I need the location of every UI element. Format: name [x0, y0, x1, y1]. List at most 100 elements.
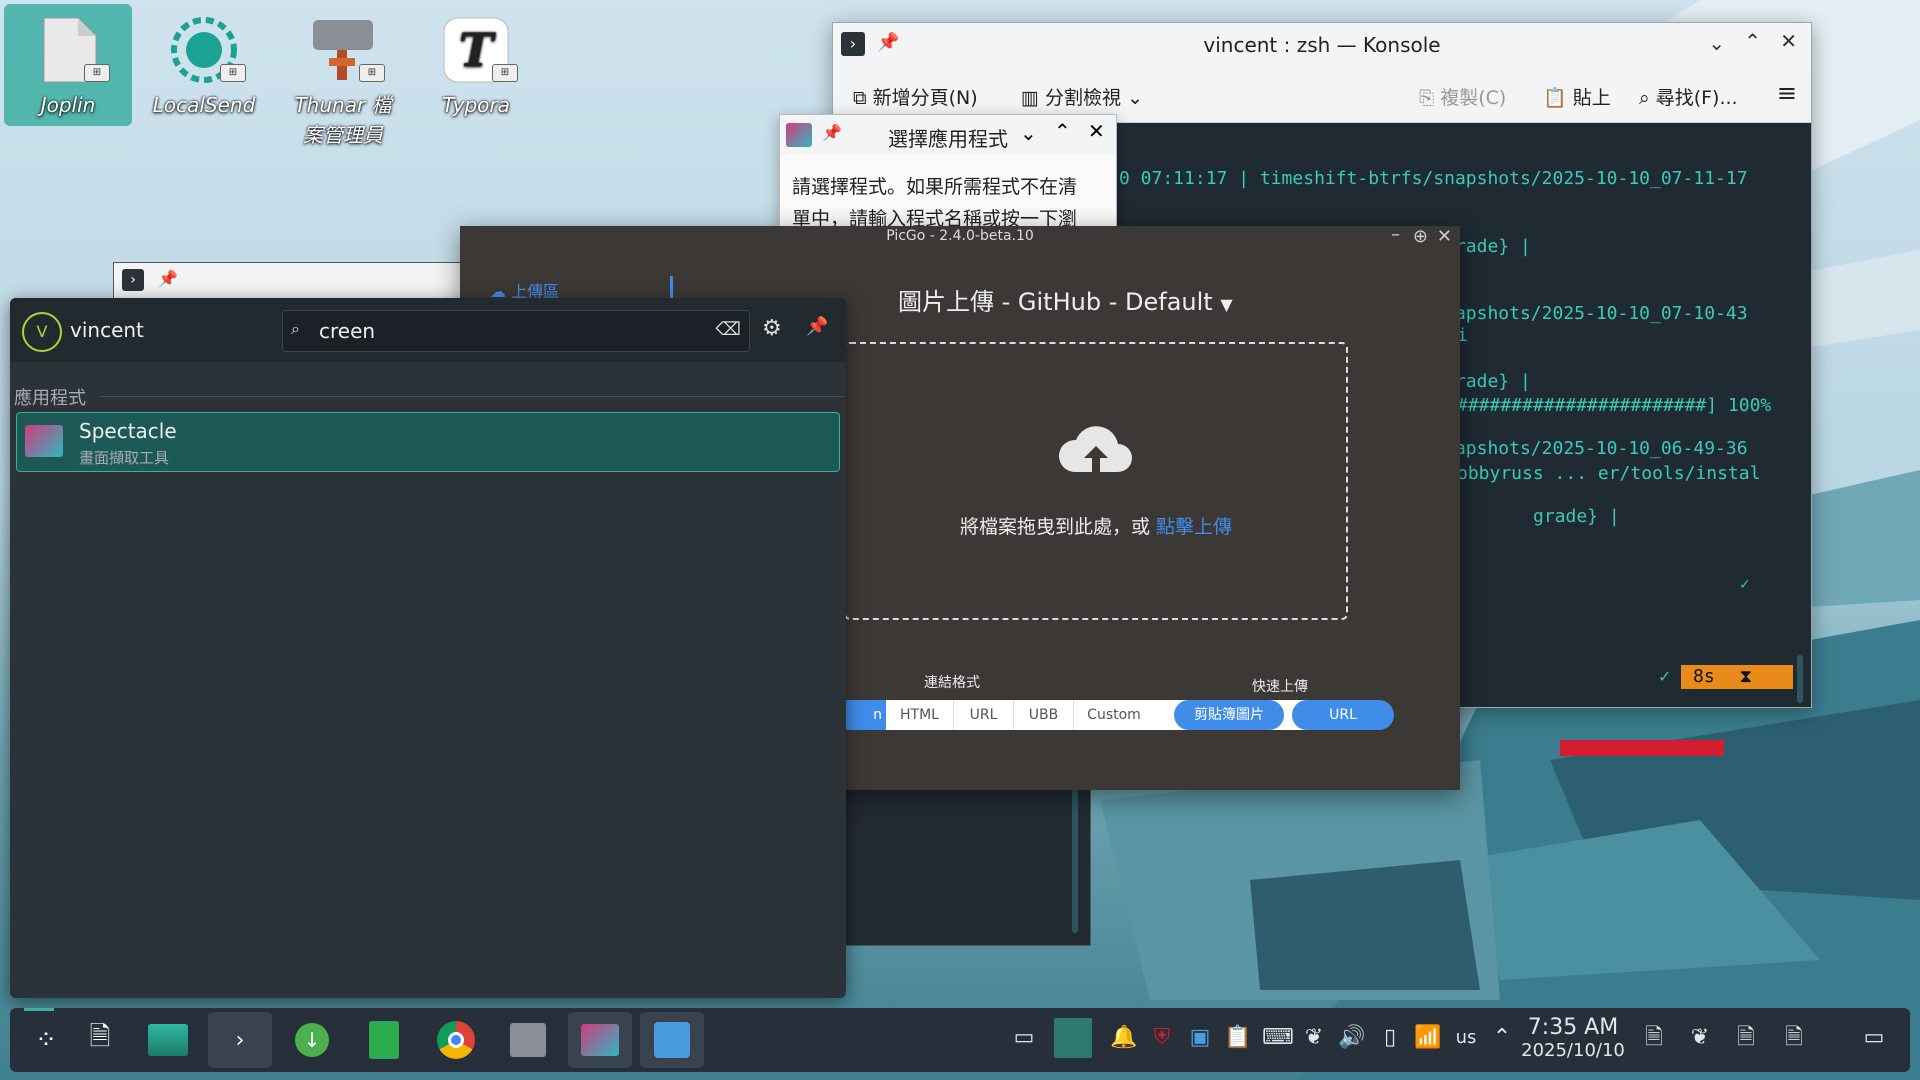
format-option-url[interactable]: URL	[954, 700, 1014, 730]
paste-button[interactable]: 📋 貼上	[1543, 83, 1611, 110]
chrome-icon	[437, 1021, 475, 1059]
keyboard-layout-indicator[interactable]: us	[1452, 1024, 1480, 1052]
taskbar-spectacle[interactable]	[568, 1012, 632, 1068]
taskbar-konsole[interactable]: ›	[208, 1012, 272, 1068]
new-tab-button[interactable]: ⧉ 新增分頁(N)	[853, 83, 978, 110]
active-indicator	[24, 1008, 54, 1011]
taskbar-file-manager[interactable]	[136, 1012, 200, 1068]
search-icon: ⌕	[291, 319, 300, 338]
pin-icon[interactable]: 📌	[822, 123, 842, 142]
storage-icon[interactable]: ▯	[1376, 1024, 1404, 1052]
peek-desktop-icon[interactable]: ▭	[1860, 1024, 1888, 1052]
hamburger-menu-icon[interactable]: ≡	[1777, 79, 1797, 107]
taskbar-thunar[interactable]	[496, 1012, 560, 1068]
minimize-button[interactable]: ⌄	[1708, 31, 1725, 55]
document-icon[interactable]: 🗎	[1732, 1024, 1760, 1052]
pin-window-button[interactable]: ⊕	[1413, 226, 1428, 247]
clipboard-icon[interactable]: 📋	[1224, 1024, 1252, 1052]
chevron-up-icon[interactable]: ⌃	[1488, 1024, 1516, 1052]
desktop-icon-typora[interactable]: T ⊞ Typora	[412, 4, 540, 120]
thunar-icon	[510, 1023, 546, 1057]
clock[interactable]: 7:35 AM 2025/10/10	[1518, 1016, 1628, 1062]
search-icon: ⌕	[1639, 87, 1650, 109]
cloud-upload-icon	[1058, 426, 1132, 472]
spectacle-icon	[25, 425, 63, 457]
taskbar-files[interactable]: 🗎	[68, 1012, 132, 1068]
spreadsheet-icon	[369, 1021, 399, 1059]
taskbar: ⁘ 🗎 › ↓ ▭ 🔔 ⛨ ▣ 📋 ⌨ ❦ 🔊 ▯ 📶 us ⌃ 7:35 AM…	[10, 1008, 1910, 1072]
file-icon: ⊞	[32, 14, 110, 86]
pin-icon[interactable]: 📌	[806, 316, 828, 337]
find-button[interactable]: ⌕ 尋找(F)...	[1639, 83, 1738, 110]
window-title: PicGo - 2.4.0-beta.10	[886, 228, 1034, 244]
search-field[interactable]: ⌕ creen ⌫	[282, 310, 750, 352]
taskbar-picgo[interactable]	[640, 1012, 704, 1068]
application-launcher: V vincent ⌕ creen ⌫ ⚙ 📌 應用程式 Spectacle 畫…	[10, 298, 846, 998]
scrollbar[interactable]	[1072, 783, 1078, 933]
volume-icon[interactable]: 🔊	[1338, 1024, 1366, 1052]
search-input[interactable]: creen	[319, 319, 375, 343]
maximize-button[interactable]: ⌃	[1054, 119, 1071, 143]
notifications-icon[interactable]: 🔔	[1110, 1024, 1138, 1052]
new-tab-icon: ⧉	[853, 87, 867, 109]
close-button[interactable]: ✕	[1437, 226, 1452, 247]
taskbar-spreadsheet[interactable]	[352, 1012, 416, 1068]
keyboard-icon[interactable]: ⌨	[1262, 1024, 1294, 1052]
drop-zone[interactable]: 將檔案拖曳到此處，或 點擊上傳	[844, 342, 1348, 620]
show-desktop-icon[interactable]: ▭	[1010, 1024, 1038, 1052]
virtual-desktop-pager[interactable]	[1054, 1018, 1092, 1058]
copy-button[interactable]: ⎘ 複製(C)	[1419, 83, 1506, 110]
terminal-line: obbyruss ... er/tools/instal	[1457, 463, 1761, 484]
power-profile-icon[interactable]: ❦	[1300, 1024, 1328, 1052]
document-icon: 🗎	[89, 1022, 111, 1052]
result-name: Spectacle	[79, 419, 177, 443]
launcher-header: V vincent ⌕ creen ⌫ ⚙ 📌	[10, 298, 846, 362]
document-icon[interactable]: 🗎	[1780, 1024, 1808, 1052]
close-button[interactable]: ✕	[1780, 29, 1797, 53]
scrollbar[interactable]	[1797, 655, 1803, 703]
section-divider	[100, 396, 844, 397]
taskbar-chrome[interactable]	[424, 1012, 488, 1068]
close-button[interactable]: ✕	[1088, 119, 1105, 143]
desktop-icon-localsend[interactable]: ⊞ LocalSend	[140, 4, 268, 120]
sidebar-active-indicator	[670, 276, 673, 300]
clear-search-icon[interactable]: ⌫	[716, 319, 741, 340]
terminal-progress-line: #######################] 100%	[1457, 395, 1772, 416]
format-option-custom[interactable]: Custom	[1074, 700, 1154, 730]
pin-icon[interactable]: 📌	[158, 269, 178, 288]
section-heading: 應用程式	[14, 388, 86, 409]
settings-sliders-icon[interactable]: ⚙	[762, 316, 782, 341]
typora-icon: T ⊞	[440, 14, 518, 86]
konsole-titlebar[interactable]: › 📌 vincent : zsh — Konsole ⌄ ⌃ ✕	[833, 23, 1811, 67]
kde-app-icon	[786, 123, 812, 147]
power-profile-icon[interactable]: ❦	[1686, 1024, 1714, 1052]
terminal-line: 0 07:11:17 | timeshift-btrfs/snapshots/2…	[1119, 168, 1748, 189]
wifi-icon[interactable]: 📶	[1414, 1024, 1442, 1052]
launcher-icon: ⁘	[35, 1025, 57, 1055]
format-option-html[interactable]: HTML	[886, 700, 954, 730]
maximize-button[interactable]: ⌃	[1744, 29, 1761, 53]
desktop-icon-joplin[interactable]: ⊞ Joplin	[4, 4, 132, 126]
security-shield-icon[interactable]: ⛨	[1148, 1024, 1176, 1052]
minimize-button[interactable]: –	[1391, 224, 1400, 245]
split-view-icon: ▥	[1021, 87, 1039, 109]
clipboard-upload-button[interactable]: 剪貼簿圖片	[1174, 700, 1284, 730]
taskbar-downloader[interactable]: ↓	[280, 1012, 344, 1068]
desktop-icon-label: Joplin	[40, 93, 96, 117]
document-icon[interactable]: 🗎	[1640, 1024, 1668, 1052]
format-option-ubb[interactable]: UBB	[1014, 700, 1074, 730]
avatar[interactable]: V	[22, 312, 62, 352]
prompt-status-check: ✓	[1658, 667, 1672, 686]
split-view-button[interactable]: ▥ 分割檢視 ⌄	[1021, 83, 1143, 110]
picbed-selector[interactable]: 圖片上傳 - GitHub - Default ▼	[898, 282, 1233, 317]
url-upload-button[interactable]: URL	[1292, 700, 1394, 730]
quick-upload-label: 快速上傳	[1252, 679, 1308, 695]
click-upload-link[interactable]: 點擊上傳	[1156, 516, 1232, 538]
dialog-titlebar[interactable]: 📌 選擇應用程式 ⌄ ⌃ ✕	[780, 115, 1116, 155]
search-result-spectacle[interactable]: Spectacle 畫面擷取工具	[16, 412, 840, 472]
picgo-tray-icon[interactable]: ▣	[1186, 1024, 1214, 1052]
thunar-icon: ⊞	[307, 14, 385, 86]
paste-icon: 📋	[1543, 87, 1567, 109]
minimize-button[interactable]: ⌄	[1020, 121, 1037, 145]
desktop-icon-thunar[interactable]: ⊞ Thunar 檔案管理員	[276, 4, 410, 150]
